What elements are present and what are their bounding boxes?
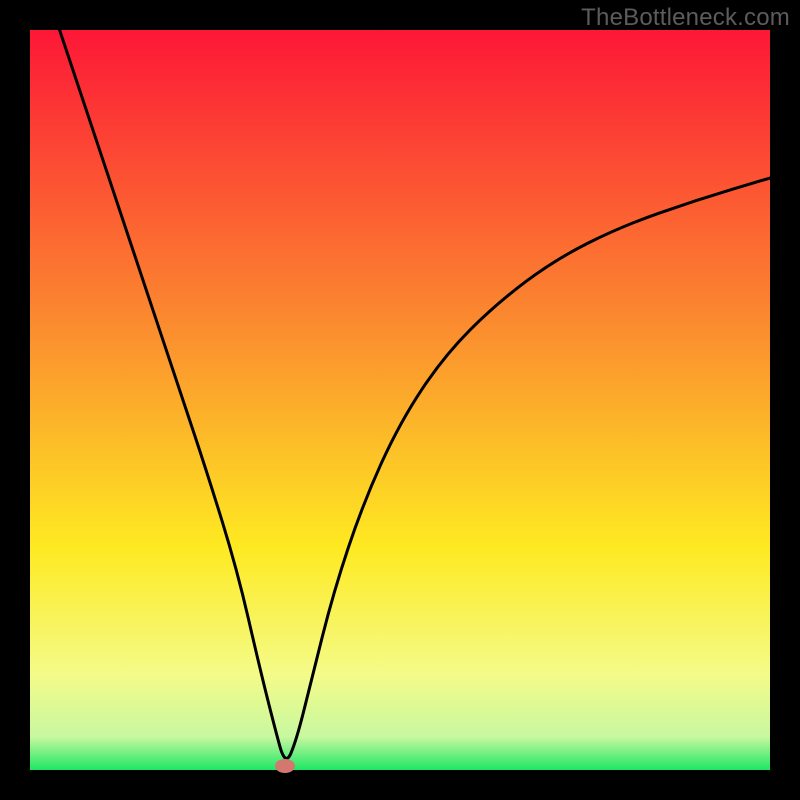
chart-frame: TheBottleneck.com — [0, 0, 800, 800]
plot-area — [30, 30, 770, 770]
optimum-marker — [275, 759, 295, 773]
watermark-text: TheBottleneck.com — [581, 4, 790, 32]
bottleneck-curve — [30, 30, 770, 770]
